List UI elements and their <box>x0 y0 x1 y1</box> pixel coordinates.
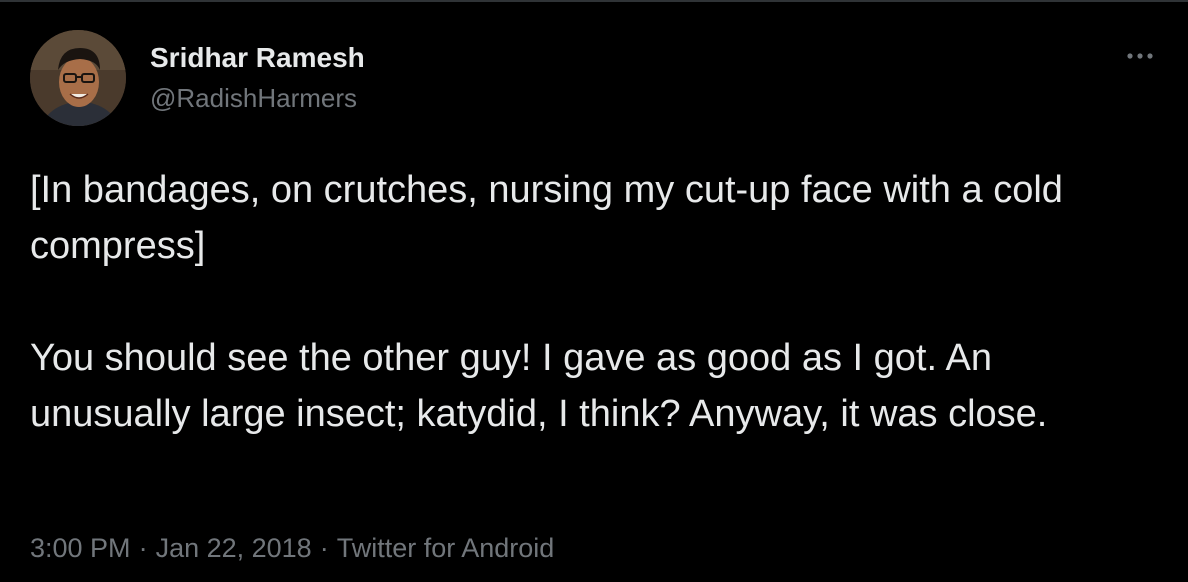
avatar[interactable] <box>30 30 126 126</box>
author-handle[interactable]: @RadishHarmers <box>150 81 357 115</box>
separator: · <box>319 533 329 563</box>
tweet-date[interactable]: Jan 22, 2018 <box>156 533 312 563</box>
more-options-button[interactable] <box>1118 38 1162 74</box>
tweet-paragraph: [In bandages, on crutches, nursing my cu… <box>30 169 1063 267</box>
separator: · <box>138 533 148 563</box>
divider <box>0 0 1188 2</box>
tweet-metadata: 3:00 PM · Jan 22, 2018 · Twitter for Android <box>30 528 554 568</box>
tweet-paragraph: You should see the other guy! I gave as … <box>30 337 1048 435</box>
author-display-name[interactable]: Sridhar Ramesh <box>150 40 365 76</box>
avatar-image <box>30 30 126 126</box>
tweet-source[interactable]: Twitter for Android <box>337 533 555 563</box>
tweet-text: [In bandages, on crutches, nursing my cu… <box>30 162 1160 442</box>
tweet: Sridhar Ramesh @RadishHarmers [In bandag… <box>0 0 1188 582</box>
more-horizontal-icon <box>1127 53 1153 59</box>
tweet-time[interactable]: 3:00 PM <box>30 533 131 563</box>
